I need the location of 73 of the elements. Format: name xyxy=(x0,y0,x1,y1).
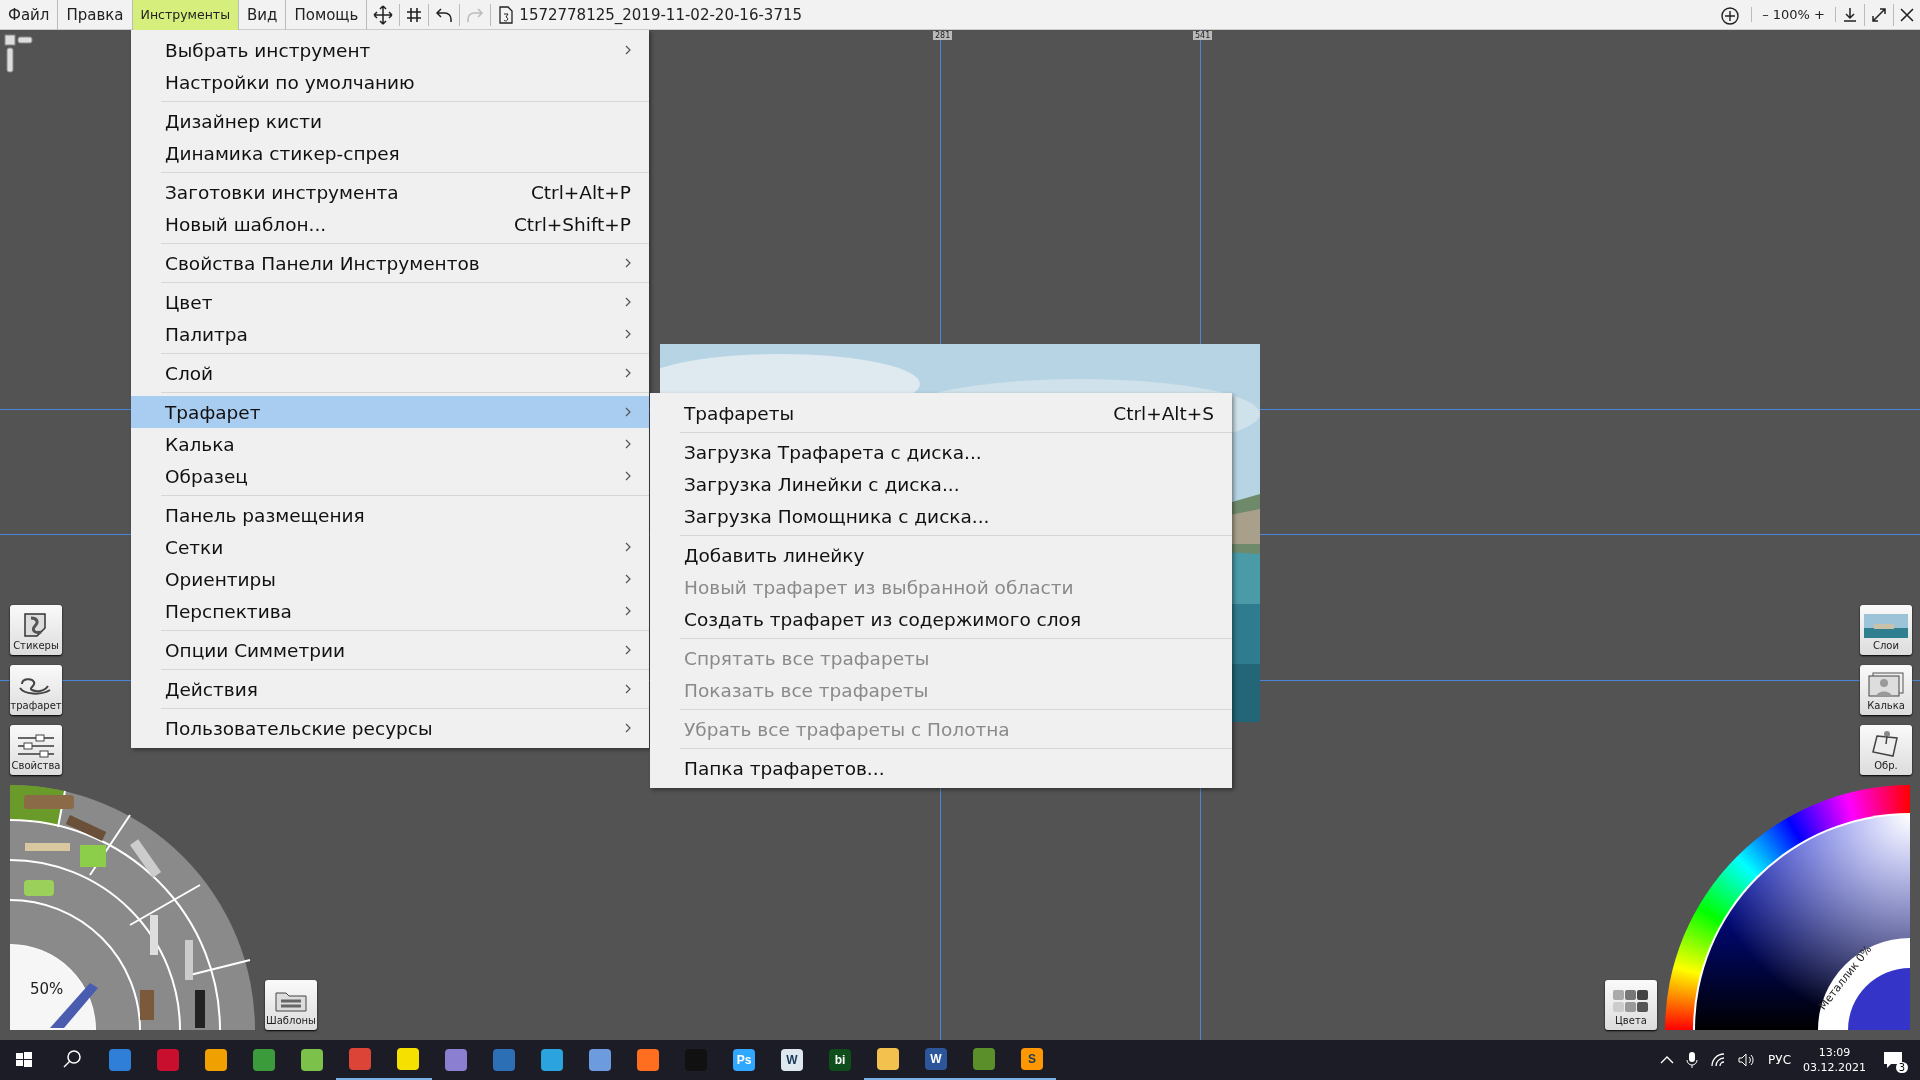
menu-item[interactable]: Слой xyxy=(131,357,649,389)
menu-item[interactable]: Дизайнер кисти xyxy=(131,105,649,137)
panel-button[interactable]: Стикеры xyxy=(10,605,62,655)
menu-item[interactable]: Заготовки инструмента Ctrl+Alt+P xyxy=(131,176,649,208)
panel-button[interactable]: Калька xyxy=(1860,665,1912,715)
menu-item[interactable]: Ориентиры xyxy=(131,563,649,595)
menu-item[interactable]: Сетки xyxy=(131,531,649,563)
menu-item[interactable]: Калька xyxy=(131,428,649,460)
presets-button[interactable]: Шаблоны xyxy=(265,980,317,1030)
menu-item[interactable]: Панель размещения xyxy=(131,499,649,531)
toolbox-icon[interactable] xyxy=(4,34,34,74)
menu-item[interactable]: Палитра xyxy=(131,318,649,350)
menu-item[interactable]: Папка трафаретов... xyxy=(650,752,1232,784)
menu-bar-item[interactable]: Помощь xyxy=(286,0,368,30)
menu-item[interactable]: Пользовательские ресурсы xyxy=(131,712,649,744)
panel-button[interactable]: Обр. xyxy=(1860,725,1912,775)
ruler-label: 281 xyxy=(933,31,953,40)
notifications-icon[interactable] xyxy=(1883,1051,1903,1069)
document-icon xyxy=(499,5,514,24)
undo-icon[interactable] xyxy=(435,6,454,23)
menu-bar-item[interactable]: Инструменты xyxy=(132,0,239,30)
menu-item[interactable]: Выбрать инструмент xyxy=(131,34,649,66)
layer-thumbnail-icon xyxy=(1864,614,1908,638)
document-title: 1572778125_2019-11-02-20-16-3715 xyxy=(519,5,803,24)
microphone-icon[interactable] xyxy=(1686,1051,1699,1069)
opacity-value: 50% xyxy=(30,980,64,998)
taskbar-app[interactable]: S xyxy=(1008,1040,1056,1080)
panel-button[interactable]: трафарет xyxy=(10,665,62,715)
expand-icon[interactable] xyxy=(1871,6,1887,23)
wifi-icon[interactable] xyxy=(1710,1053,1727,1067)
pinned-note-icon xyxy=(1871,730,1901,758)
menu-bar-item[interactable]: Файл xyxy=(0,0,59,30)
chevron-up-icon[interactable] xyxy=(1660,1055,1675,1065)
menu-item[interactable]: Опции Симметрии xyxy=(131,634,649,666)
menu-item[interactable]: Трафарет xyxy=(131,396,649,428)
zoom-control[interactable]: – 100% + xyxy=(1751,7,1836,22)
menu-item[interactable]: Перспектива xyxy=(131,595,649,627)
menu-item[interactable]: Свойства Панели Инструментов xyxy=(131,247,649,279)
clock-date[interactable]: 03.12.2021 xyxy=(1803,1060,1866,1075)
menu-item[interactable]: Трафареты Ctrl+Alt+S xyxy=(650,397,1232,429)
menu-item[interactable]: Добавить линейку xyxy=(650,539,1232,571)
menu-item[interactable]: Действия xyxy=(131,673,649,705)
sliders-icon xyxy=(16,734,56,758)
folder-icon xyxy=(274,989,308,1013)
menu-item[interactable]: Настройки по умолчанию xyxy=(131,66,649,98)
menu-item[interactable]: Создать трафарет из содержимого слоя xyxy=(650,603,1232,635)
panel-button[interactable]: Слои xyxy=(1860,605,1912,655)
swatches-icon xyxy=(1612,989,1650,1013)
ruler-label: 541 xyxy=(1193,31,1213,40)
menu-item[interactable]: Динамика стикер-спрея xyxy=(131,137,649,169)
download-icon[interactable] xyxy=(1842,6,1858,23)
brush-wheel-drawing[interactable] xyxy=(10,785,255,1030)
menu-bar-item[interactable]: Правка xyxy=(58,0,133,30)
clock-time[interactable]: 13:09 xyxy=(1818,1045,1851,1060)
menu-item[interactable]: Загрузка Помощника с диска... xyxy=(650,500,1232,532)
taskbar-app[interactable]: W xyxy=(768,1040,816,1080)
language-indicator[interactable]: РУС xyxy=(1768,1053,1791,1067)
menu-bar-item[interactable]: Вид xyxy=(239,0,287,30)
tracing-paper-icon xyxy=(1867,672,1905,698)
menu-item[interactable]: Образец xyxy=(131,460,649,492)
menu-item[interactable]: Новый шаблон... Ctrl+Shift+P xyxy=(131,208,649,240)
grid-icon[interactable] xyxy=(406,6,423,23)
notification-count: 3 xyxy=(1895,1062,1908,1073)
panel-button[interactable]: Свойства xyxy=(10,725,62,775)
volume-icon[interactable] xyxy=(1738,1053,1757,1067)
menu-item[interactable]: Загрузка Линейки с диска... xyxy=(650,468,1232,500)
menu-item[interactable]: Цвет xyxy=(131,286,649,318)
taskbar-app[interactable]: W xyxy=(912,1040,960,1080)
menu-item[interactable]: Загрузка Трафарета с диска... xyxy=(650,436,1232,468)
move-icon[interactable] xyxy=(373,4,394,25)
taskbar-app[interactable]: bi xyxy=(816,1040,864,1080)
colors-button[interactable]: Цвета xyxy=(1605,980,1657,1030)
close-icon[interactable] xyxy=(1900,7,1914,22)
